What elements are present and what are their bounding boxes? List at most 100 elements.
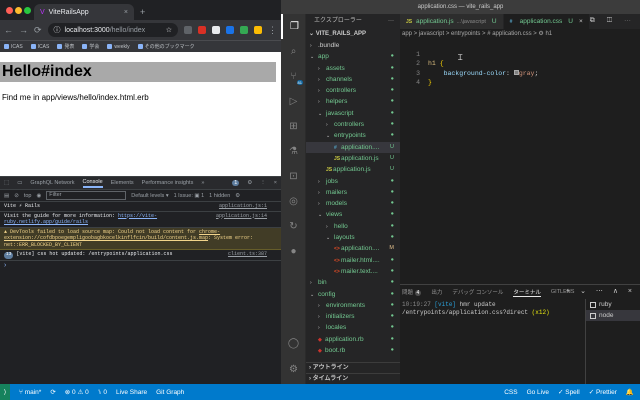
clear-console-icon[interactable]: ⊘ (14, 193, 19, 199)
file-tree-item[interactable]: › assets ● (306, 63, 400, 74)
new-tab-button[interactable]: + (140, 7, 145, 17)
prettier-indicator[interactable]: ✓ Prettier (589, 388, 617, 396)
devtools-tab-performance[interactable]: Performance insights (142, 180, 194, 186)
go-live-button[interactable]: Go Live (527, 389, 549, 396)
bookmark-item[interactable]: ICAS (30, 44, 49, 50)
forward-icon[interactable]: → (19, 25, 28, 35)
file-tree-item[interactable]: › channels ● (306, 74, 400, 85)
inspect-icon[interactable]: ⬚ (4, 180, 9, 186)
file-tree-item[interactable]: <>mailer.text.... ● (306, 266, 400, 277)
file-tree-item[interactable]: <>application.... M (306, 243, 400, 254)
timeline-section[interactable]: › タイムライン (306, 373, 400, 384)
file-tree-item[interactable]: › initializers ● (306, 311, 400, 322)
gitlens-icon[interactable]: ◎ (281, 189, 306, 214)
extension-icon[interactable] (254, 26, 262, 34)
source-control-icon[interactable]: ⑂ 81 (281, 64, 306, 89)
address-bar[interactable]: ⓘ localhost:3000/hello/index ☆ (47, 23, 178, 37)
log-source-link[interactable]: application.js:14 (216, 213, 267, 220)
account-icon[interactable]: ◯ (281, 331, 306, 356)
file-tree-item[interactable]: › controllers ● (306, 85, 400, 96)
close-tab-icon[interactable]: × (579, 18, 583, 25)
browser-tab[interactable]: V ViteRailsApp × (34, 4, 134, 20)
explorer-icon[interactable]: ❐ (281, 14, 306, 39)
file-tree-item[interactable]: › .bundle (306, 40, 400, 51)
file-tree-item[interactable]: › hello ● (306, 221, 400, 232)
spell-check-indicator[interactable]: ✓ Spell (558, 388, 580, 396)
search-icon[interactable]: ⌕ (281, 39, 306, 64)
file-tree-item[interactable]: ⌄ javascript ● (306, 108, 400, 119)
close-devtools-icon[interactable]: × (274, 180, 277, 186)
bookmark-star-icon[interactable]: ☆ (166, 26, 172, 34)
eye-icon[interactable]: ◉ (36, 193, 41, 199)
issues-counter[interactable]: 1 Issue: ▣ 1 (174, 193, 205, 199)
git-branch[interactable]: ⑂ main* (19, 389, 41, 396)
console-settings-icon[interactable]: ⚙ (235, 193, 240, 199)
file-tree-item[interactable]: ◆ boot.rb ● (306, 345, 400, 356)
file-tree-item[interactable]: # application.... U (306, 141, 400, 153)
sync-icon[interactable]: ⟳ (50, 388, 55, 396)
log-source-link[interactable]: application.js:1 (219, 203, 267, 210)
manage-gear-icon[interactable]: ⚙ (281, 357, 306, 382)
close-window-button[interactable] (6, 7, 13, 14)
close-tab-icon[interactable]: × (124, 9, 128, 16)
breadcrumb[interactable]: app > javascript > entrypoints > # appli… (400, 29, 640, 40)
file-tree-item[interactable]: › environments ● (306, 300, 400, 311)
devtools-tab-graphql[interactable]: GraphQL Network (30, 180, 74, 186)
extensions-icon[interactable]: ⊞ (281, 114, 306, 139)
terminal-output[interactable]: 10:19:27 [vite] hmr update /entrypoints/… (402, 301, 580, 317)
file-tree-item[interactable]: ⌄ layouts ● (306, 232, 400, 243)
more-actions-icon[interactable]: ··· (388, 14, 394, 28)
panel-actions[interactable]: + ⌄ ⋯ ∧ × (566, 287, 636, 295)
back-icon[interactable]: ← (4, 25, 13, 35)
devtools-tab-console[interactable]: Console (82, 179, 103, 188)
device-toggle-icon[interactable]: ▭ (17, 180, 22, 186)
extension-icon[interactable] (212, 26, 220, 34)
live-share-icon[interactable]: ↻ (281, 214, 306, 239)
editor-actions[interactable]: ⧉ ◫ ⋯ (590, 17, 636, 25)
remote-indicator-icon[interactable]: ⟩ (0, 384, 10, 400)
devtools-tab-elements[interactable]: Elements (111, 180, 134, 186)
file-tree-item[interactable]: <>mailer.html.... ● (306, 255, 400, 266)
extension-icon[interactable] (240, 26, 248, 34)
site-info-icon[interactable]: ⓘ (54, 25, 61, 35)
file-tree-item[interactable]: ◆ application.rb ● (306, 334, 400, 345)
github-icon[interactable]: ● (281, 239, 306, 264)
ports-indicator[interactable]: ⑊ 0 (98, 389, 107, 396)
extension-icon[interactable] (226, 26, 234, 34)
file-tree-item[interactable]: › controllers ● (306, 119, 400, 130)
remote-explorer-icon[interactable]: ⊡ (281, 164, 306, 189)
bookmark-item[interactable]: ICAS (4, 44, 23, 50)
file-tree-item[interactable]: › helpers ● (306, 96, 400, 107)
bookmark-item[interactable]: weekly (107, 44, 130, 50)
settings-gear-icon[interactable]: ⚙ (247, 180, 252, 186)
context-selector[interactable]: top (24, 193, 32, 199)
problems-indicator[interactable]: ⊗ 0 ⚠ 0 (65, 388, 89, 396)
terminal-item-node[interactable]: node (586, 310, 640, 321)
panel-tab-output[interactable]: 出力 (431, 288, 442, 296)
log-levels-dropdown[interactable]: Default levels ▾ (131, 193, 168, 199)
file-tree-item[interactable]: ⌄ entrypoints ● (306, 130, 400, 141)
file-tree-item[interactable]: › bin ● (306, 277, 400, 288)
file-tree-item[interactable]: › models ● (306, 198, 400, 209)
log-source-link[interactable]: client.ts:387 (228, 251, 267, 258)
panel-tab-problems[interactable]: 問題 4 (402, 288, 422, 296)
panel-tab-terminal[interactable]: ターミナル (513, 288, 541, 297)
file-tree-item[interactable]: › mailers ● (306, 187, 400, 198)
issues-badge[interactable]: 1 (232, 180, 240, 186)
file-tree-item[interactable]: JSapplication.js U (306, 164, 400, 175)
maximize-window-button[interactable] (24, 7, 31, 14)
editor-tab-application-css[interactable]: # application.css U × (503, 14, 590, 29)
outline-section[interactable]: › アウトライン (306, 362, 400, 373)
terminal-item-ruby[interactable]: ruby (586, 299, 640, 310)
code-editor[interactable]: 1 h1 { 2 background-color: gray; 3 } 4 Ɪ (400, 40, 640, 87)
bookmark-item[interactable]: 発表 (57, 43, 74, 50)
reload-icon[interactable]: ⟳ (34, 25, 42, 36)
panel-tab-debug-console[interactable]: デバッグ コンソール (452, 288, 503, 296)
bookmark-item[interactable]: 学会 (82, 43, 99, 50)
console-filter-input[interactable]: Filter (46, 191, 127, 200)
file-tree-item[interactable]: JSapplication.js U (306, 153, 400, 164)
language-mode[interactable]: CSS (504, 389, 517, 396)
live-share-button[interactable]: Live Share (116, 389, 147, 396)
file-tree-item[interactable]: › locales ● (306, 322, 400, 333)
minimize-window-button[interactable] (15, 7, 22, 14)
